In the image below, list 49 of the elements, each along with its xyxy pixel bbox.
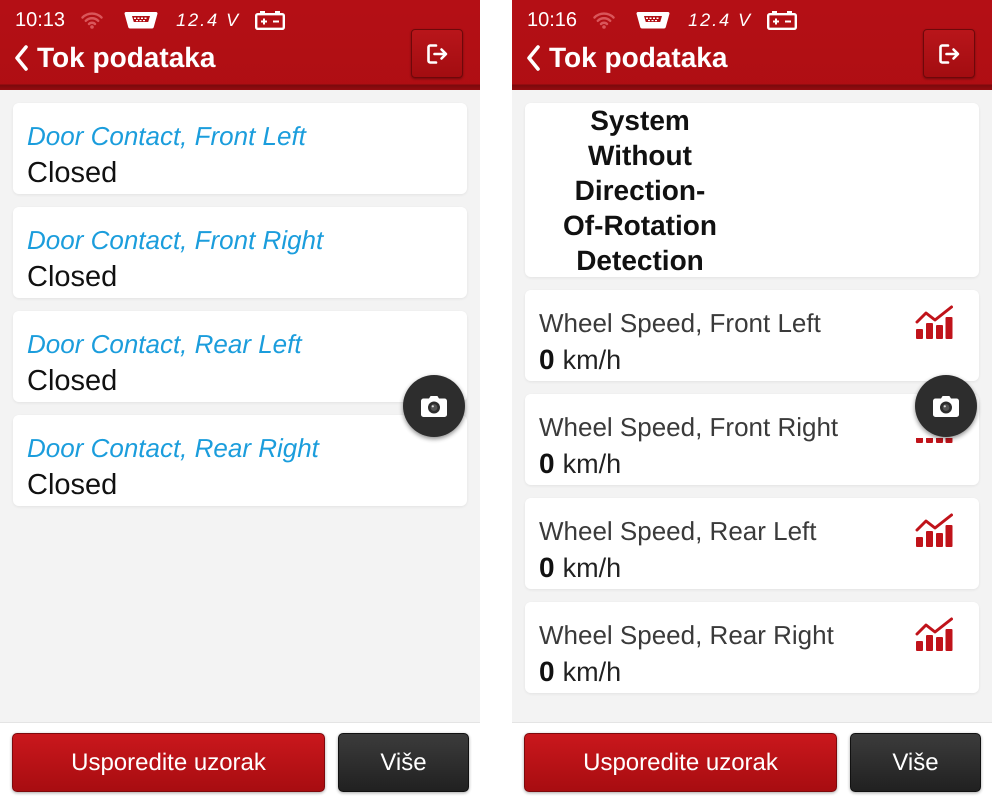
parameter-label: Wheel Speed, Rear Left: [539, 515, 816, 548]
exit-button[interactable]: [411, 29, 463, 78]
screen-title: Tok podataka: [549, 41, 728, 75]
parameter-label: Door Contact, Front Right: [27, 224, 325, 257]
compare-button[interactable]: Usporedite uzorak: [12, 733, 325, 792]
clock-text: 10:16: [527, 8, 578, 33]
parameter-value: 0: [539, 551, 555, 585]
unit-text: km/h: [562, 656, 622, 689]
camera-icon: [933, 396, 959, 416]
battery-icon: [767, 10, 798, 30]
wifi-icon: [81, 11, 104, 29]
voltage-text: 12.4 V: [688, 9, 752, 32]
parameter-value: Closed: [27, 156, 118, 191]
unit-text: km/h: [562, 552, 622, 585]
parameter-value: 0: [539, 447, 555, 481]
screen-title: Tok podataka: [37, 41, 216, 75]
parameter-label: Door Contact, Rear Right: [27, 432, 321, 465]
clock-text: 10:13: [15, 8, 66, 33]
parameter-label: Door Contact, Rear Left: [27, 328, 304, 361]
parameter-label: Door Contact, Front Left: [27, 120, 308, 153]
chart-icon[interactable]: [915, 438, 953, 443]
parameter-text: System Without Direction-Of-Rotation Detection: [562, 104, 718, 278]
chart-icon[interactable]: [915, 513, 953, 547]
chart-icon[interactable]: [915, 617, 953, 651]
parameter-value: Closed: [27, 260, 118, 295]
compare-button[interactable]: Usporedite uzorak: [524, 733, 837, 792]
parameter-value: 0: [539, 343, 555, 377]
chart-icon[interactable]: [915, 305, 953, 339]
parameter-value: Closed: [27, 468, 118, 503]
wifi-icon: [593, 11, 616, 29]
back-icon[interactable]: [526, 45, 540, 71]
unit-text: km/h: [562, 448, 622, 481]
parameter-label: Wheel Speed, Rear Right: [539, 619, 834, 652]
back-icon[interactable]: [14, 45, 28, 71]
exit-button[interactable]: [923, 29, 975, 78]
connector-icon: [124, 11, 158, 29]
parameter-value: Closed: [27, 364, 118, 399]
exit-icon: [425, 42, 449, 66]
connector-icon: [636, 11, 670, 29]
exit-icon: [937, 42, 961, 66]
more-button[interactable]: Više: [850, 733, 981, 792]
more-button[interactable]: Više: [338, 733, 469, 792]
parameter-label: Wheel Speed, Front Right: [539, 411, 838, 444]
voltage-text: 12.4 V: [176, 9, 240, 32]
camera-icon: [421, 396, 447, 416]
parameter-label: Wheel Speed, Front Left: [539, 307, 821, 340]
battery-icon: [255, 10, 286, 30]
unit-text: km/h: [562, 344, 622, 377]
parameter-value: 0: [539, 655, 555, 689]
